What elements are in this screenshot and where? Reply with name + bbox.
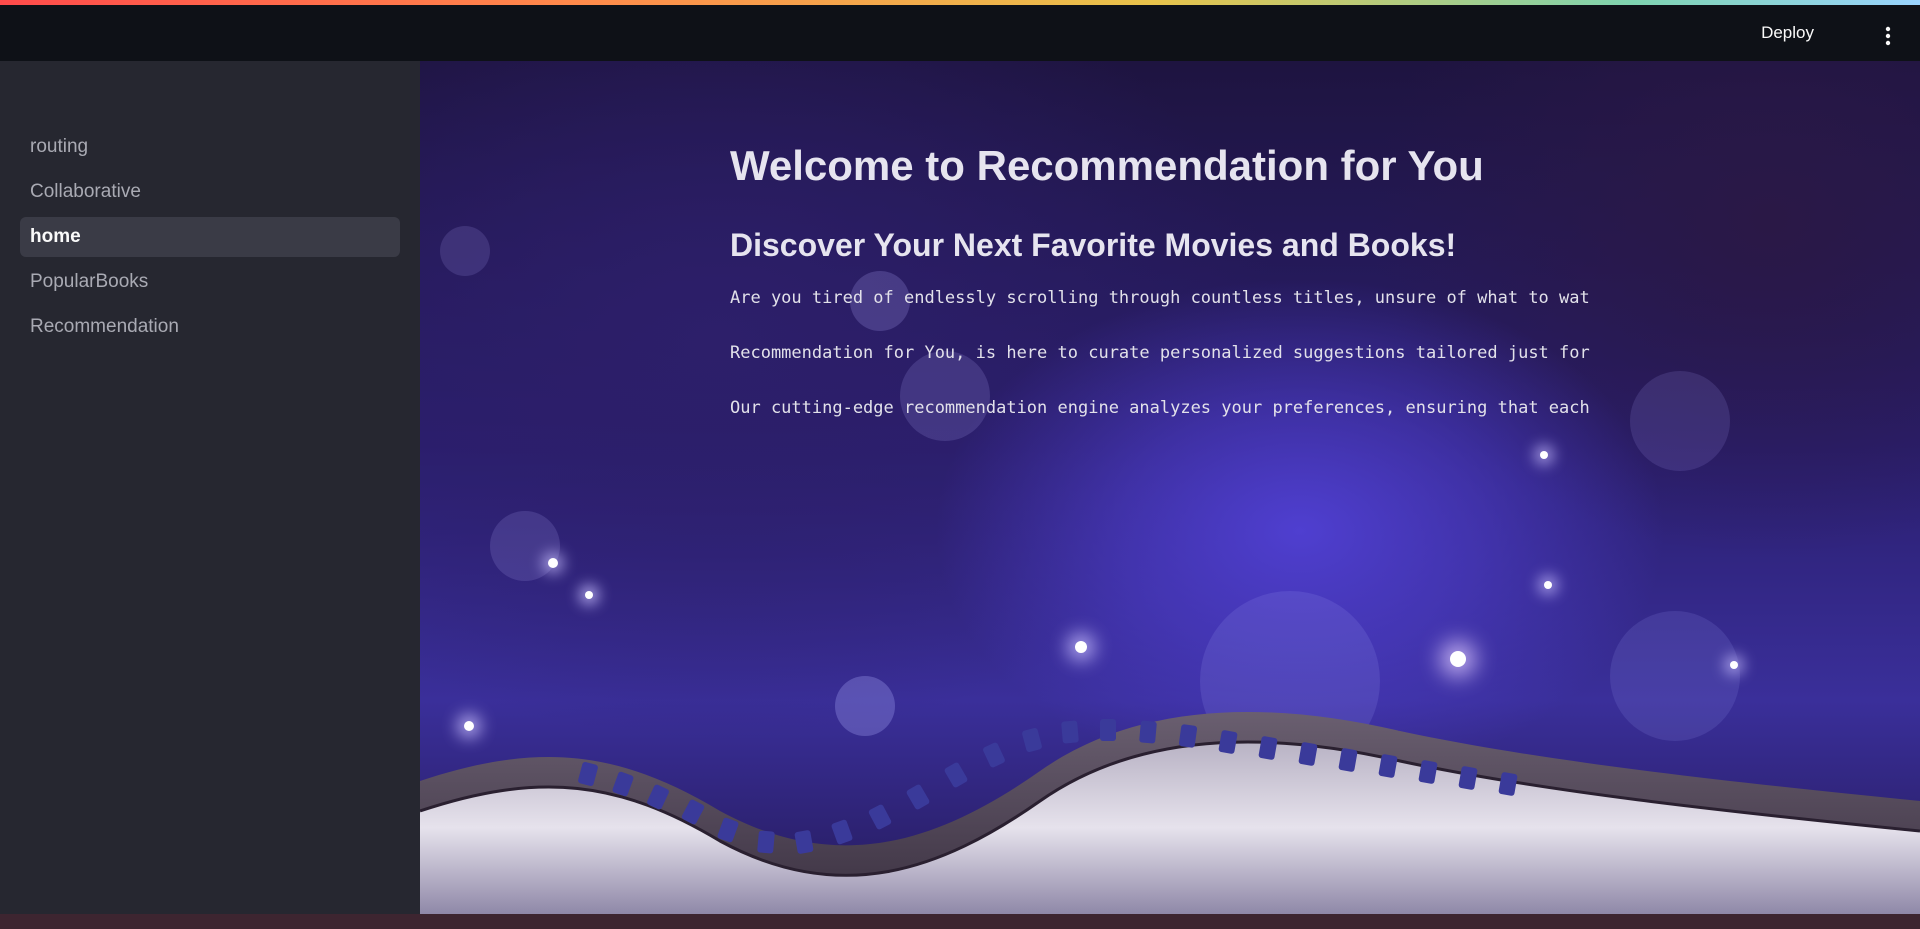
deploy-button[interactable]: Deploy <box>1749 19 1826 47</box>
main-menu-button[interactable] <box>1876 24 1900 48</box>
sidebar-item-routing[interactable]: routing <box>20 127 400 167</box>
main-content: Welcome to Recommendation for You Discov… <box>420 61 1920 914</box>
page-subtitle: Discover Your Next Favorite Movies and B… <box>730 227 1457 263</box>
bokeh-light <box>548 558 558 568</box>
bokeh-light <box>1540 451 1548 459</box>
sidebar-item-collaborative[interactable]: Collaborative <box>20 172 400 212</box>
sidebar-nav: routing Collaborative home PopularBooks … <box>20 127 400 352</box>
vertical-dots-icon <box>1885 26 1891 46</box>
sidebar-item-label: routing <box>30 136 89 157</box>
page-content: Welcome to Recommendation for You Discov… <box>730 141 1610 452</box>
intro-paragraph: Recommendation for You, is here to curat… <box>730 343 1590 363</box>
sidebar-item-label: PopularBooks <box>30 271 149 292</box>
sidebar-item-recommendation[interactable]: Recommendation <box>20 307 400 347</box>
intro-paragraph: Are you tired of endlessly scrolling thr… <box>730 288 1590 308</box>
sidebar-item-popularbooks[interactable]: PopularBooks <box>20 262 400 302</box>
bokeh-light <box>585 591 593 599</box>
os-taskbar <box>0 914 1920 929</box>
app-header: Deploy <box>0 5 1920 61</box>
sidebar-item-label: home <box>30 226 81 247</box>
bokeh-light <box>490 511 560 581</box>
sidebar-item-label: Recommendation <box>30 316 179 337</box>
bokeh-light <box>1630 371 1730 471</box>
sidebar-item-home[interactable]: home <box>20 217 400 257</box>
bokeh-light <box>1544 581 1552 589</box>
sidebar: routing Collaborative home PopularBooks … <box>0 61 420 914</box>
bokeh-light <box>440 226 490 276</box>
film-strip-image <box>420 711 1920 914</box>
page-title: Welcome to Recommendation for You <box>730 142 1484 189</box>
sidebar-item-label: Collaborative <box>30 181 141 202</box>
intro-paragraph: Our cutting-edge recommendation engine a… <box>730 398 1590 418</box>
bokeh-light <box>1075 641 1087 653</box>
